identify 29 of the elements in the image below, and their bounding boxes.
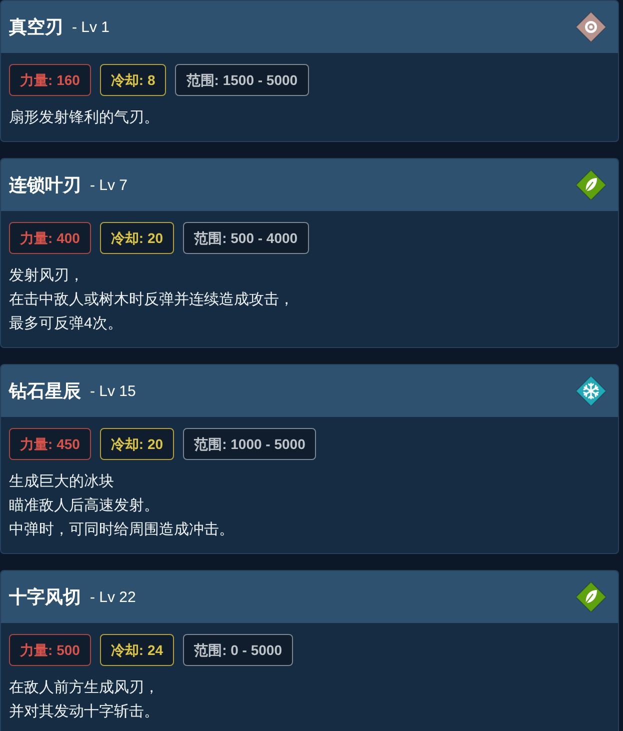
- stat-badge: 力量: 450: [9, 428, 91, 460]
- stat-badge: 范围: 0 - 5000: [183, 634, 293, 666]
- skill-name: 真空刃: [9, 18, 63, 36]
- skill-description-line: 在击中敌人或树木时反弹并连续造成攻击，: [9, 290, 295, 310]
- skill-description-line: 在敌人前方生成风刃，: [9, 678, 160, 698]
- skill-name: 连锁叶刃: [9, 176, 81, 194]
- skill-level: - Lv 7: [90, 178, 128, 192]
- skill-level: - Lv 15: [90, 384, 136, 398]
- skill-name: 十字风切: [9, 588, 81, 606]
- stat-badge: 范围: 1000 - 5000: [183, 428, 316, 460]
- stat-badge: 冷却: 8: [100, 64, 166, 96]
- stat-badge: 力量: 160: [9, 64, 91, 96]
- stat-badge: 范围: 500 - 4000: [183, 222, 309, 254]
- stat-badge: 冷却: 24: [100, 634, 174, 666]
- stat-badge: 范围: 1500 - 5000: [175, 64, 309, 96]
- skill-description-line: 中弹时，可同时给周围造成冲击。: [9, 520, 235, 540]
- stat-badge: 冷却: 20: [100, 428, 174, 460]
- skill-level: - Lv 22: [90, 590, 136, 604]
- stat-badge: 冷却: 20: [100, 222, 174, 254]
- skill-description-line: 并对其发动十字斩击。: [9, 702, 160, 722]
- skill-description-line: 生成巨大的冰块: [9, 472, 115, 492]
- skill-description-line: 最多可反弹4次。: [9, 314, 124, 334]
- skill-name: 钻石星辰: [9, 382, 81, 400]
- skill-description-line: 扇形发射锋利的气刃。: [9, 108, 160, 128]
- skill-description-line: 发射风刃，: [9, 266, 85, 286]
- skill-description-line: 瞄准敌人后高速发射。: [9, 496, 160, 516]
- skill-level: - Lv 1: [72, 20, 110, 34]
- stat-badge: 力量: 500: [9, 634, 91, 666]
- stat-badge: 力量: 400: [9, 222, 91, 254]
